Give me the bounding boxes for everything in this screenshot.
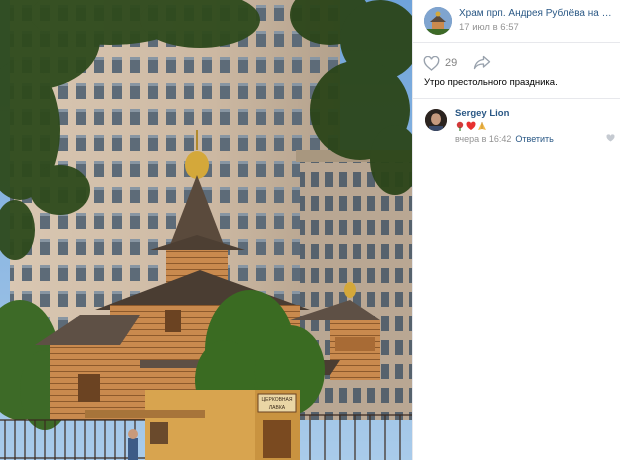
heart-outline-icon[interactable] — [423, 56, 440, 71]
comment-meta: вчера в 16:42 Ответить — [455, 134, 554, 144]
user-avatar-image — [425, 109, 447, 131]
share-arrow-icon[interactable] — [473, 55, 491, 70]
heart-small-icon[interactable] — [606, 134, 615, 142]
comment-author-link[interactable]: Sergey Lion — [455, 108, 509, 119]
post-header: Храм прп. Андрея Рублёва на Верх… 17 июл… — [413, 0, 620, 40]
reply-button[interactable]: Ответить — [515, 134, 553, 144]
post-date[interactable]: 17 июл в 6:57 — [459, 22, 519, 33]
church-avatar-icon — [424, 7, 452, 35]
church-photo-image: ЦЕРКОВНАЯ ЛАВКА — [0, 0, 412, 460]
post-photo[interactable]: ЦЕРКОВНАЯ ЛАВКА — [0, 0, 412, 460]
post-actions: 29 — [413, 50, 620, 74]
like-count: 29 — [445, 57, 458, 69]
divider — [413, 42, 620, 43]
person — [128, 438, 138, 460]
shop-sign-line1: ЦЕРКОВНАЯ — [261, 397, 292, 403]
rose-emoji-icon — [456, 121, 464, 131]
comment-item: Sergey Lion вчера в 16:42 Ответить — [413, 103, 620, 151]
divider — [413, 98, 620, 99]
heart-emoji-icon — [466, 121, 476, 130]
shop-sign-line2: ЛАВКА — [269, 405, 286, 411]
comment-emojis — [455, 120, 487, 132]
praying-hands-emoji-icon — [478, 122, 486, 130]
comment-time[interactable]: вчера в 16:42 — [455, 134, 511, 144]
group-avatar[interactable] — [424, 7, 452, 35]
post-side-panel: Храм прп. Андрея Рублёва на Верх… 17 июл… — [412, 0, 620, 460]
user-avatar[interactable] — [425, 109, 447, 131]
post-text: Утро престольного праздника. — [424, 77, 558, 88]
group-name-link[interactable]: Храм прп. Андрея Рублёва на Верх… — [459, 8, 617, 19]
